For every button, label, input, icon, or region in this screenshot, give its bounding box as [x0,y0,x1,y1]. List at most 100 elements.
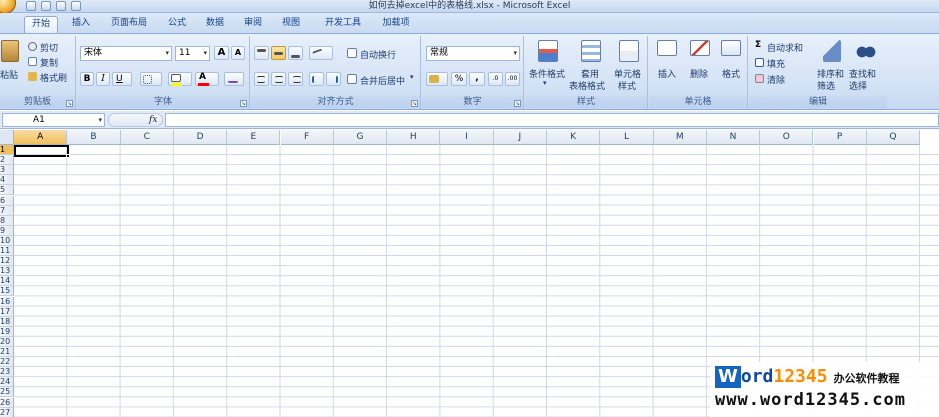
row-header-24[interactable]: 24 [0,377,14,388]
row-header-9[interactable]: 9 [0,225,14,236]
underline-button[interactable]: U [112,72,132,86]
format-painter-button[interactable]: 格式刷 [28,70,73,84]
borders-button[interactable] [140,72,162,86]
tab-page-layout[interactable]: 页面布局 [104,16,154,33]
column-header-l[interactable]: L [600,130,654,145]
conditional-formatting-button[interactable]: 条件格式 ▾ [527,40,567,92]
column-header-b[interactable]: B [67,130,121,145]
tab-view[interactable]: 视图 [276,16,306,33]
row-header-10[interactable]: 10 [0,235,14,246]
formula-input[interactable] [165,113,939,127]
fill-button[interactable]: 填充 [755,56,805,70]
clipboard-launcher-icon[interactable]: ↘ [66,100,73,107]
insert-function-icon[interactable]: fx [149,114,157,126]
row-header-26[interactable]: 26 [0,397,14,408]
row-header-3[interactable]: 3 [0,165,14,176]
tab-developer[interactable]: 开发工具 [318,16,368,33]
font-launcher-icon[interactable]: ↘ [240,100,247,107]
alignment-launcher-icon[interactable]: ↘ [411,100,418,107]
row-header-22[interactable]: 22 [0,357,14,368]
delete-cells-button[interactable]: 删除 [685,40,715,92]
italic-button[interactable]: I [96,72,110,86]
align-top-button[interactable] [254,46,269,60]
number-format-combo[interactable]: 常规 ▾ [426,46,520,61]
row-header-1[interactable]: 1 [0,145,14,155]
align-bottom-button[interactable] [288,46,303,60]
copy-button[interactable]: 复制 [28,55,73,69]
increase-indent-button[interactable] [326,72,341,86]
tab-review[interactable]: 审阅 [238,16,268,33]
sort-filter-button[interactable]: 排序和 筛选 [817,40,849,92]
select-all-button[interactable] [0,130,14,145]
row-header-8[interactable]: 8 [0,215,14,226]
row-header-14[interactable]: 14 [0,276,14,287]
increase-decimal-button[interactable]: .0 [488,72,503,86]
comma-button[interactable]: , [469,72,485,86]
merge-center-button[interactable]: 合并后居中 ▾ [347,72,419,87]
column-header-f[interactable]: F [280,130,334,145]
column-header-j[interactable]: J [493,130,547,145]
row-header-5[interactable]: 5 [0,185,14,196]
decrease-decimal-button[interactable]: .00 [505,72,520,86]
cut-button[interactable]: 剪切 [28,40,73,54]
number-launcher-icon[interactable]: ↘ [514,100,521,107]
bold-button[interactable]: B [80,72,94,86]
row-header-17[interactable]: 17 [0,306,14,317]
autosum-button[interactable]: Σ 自动求和 [755,40,817,54]
cell-styles-button[interactable]: 单元格 样式 [613,40,647,92]
font-size-combo[interactable]: 11 ▾ [175,46,210,61]
row-header-12[interactable]: 12 [0,256,14,267]
shrink-font-button[interactable]: A [231,46,245,60]
percent-button[interactable]: % [451,72,467,86]
column-header-c[interactable]: C [120,130,174,145]
row-header-19[interactable]: 19 [0,326,14,337]
find-select-button[interactable]: 查找和 选择 [849,40,883,92]
column-header-a[interactable]: A [14,130,68,145]
tab-formulas[interactable]: 公式 [162,16,192,33]
active-cell-a1[interactable] [14,145,69,157]
row-header-18[interactable]: 18 [0,316,14,327]
column-header-n[interactable]: N [706,130,761,145]
tab-home[interactable]: 开始 [24,16,58,33]
tab-data[interactable]: 数据 [200,16,230,33]
row-header-16[interactable]: 16 [0,296,14,307]
row-header-11[interactable]: 11 [0,246,14,256]
align-center-button[interactable] [271,72,286,86]
tab-addins[interactable]: 加载项 [376,16,416,33]
row-header-25[interactable]: 25 [0,387,14,398]
column-header-k[interactable]: K [547,130,601,145]
row-header-4[interactable]: 4 [0,175,14,186]
row-header-23[interactable]: 23 [0,367,14,378]
currency-button[interactable] [426,72,448,86]
column-header-o[interactable]: O [760,130,814,145]
name-box[interactable]: A1 ▾ [2,113,105,127]
paste-button[interactable]: 粘贴 [0,40,22,88]
font-color-button[interactable]: A [195,72,219,86]
insert-cells-button[interactable]: 插入 [652,40,682,92]
row-header-2[interactable]: 2 [0,155,14,166]
column-header-m[interactable]: M [653,130,707,145]
font-name-combo[interactable]: 宋体 ▾ [80,46,172,61]
row-header-7[interactable]: 7 [0,205,14,216]
row-header-15[interactable]: 15 [0,286,14,297]
row-header-6[interactable]: 6 [0,195,14,206]
wrap-text-button[interactable]: 自动换行 [347,46,417,61]
column-header-g[interactable]: G [333,130,388,145]
column-header-i[interactable]: I [440,130,494,145]
grow-font-button[interactable]: A [214,46,229,60]
row-header-27[interactable]: 27 [0,407,14,417]
orientation-button[interactable] [309,46,333,60]
column-header-e[interactable]: E [227,130,281,145]
format-cells-button[interactable]: 格式 [716,40,746,92]
row-header-13[interactable]: 13 [0,266,14,277]
align-middle-button[interactable] [271,46,286,60]
format-as-table-button[interactable]: 套用 表格格式 [569,40,611,92]
phonetic-button[interactable] [224,72,244,86]
clear-button[interactable]: 清除 [755,72,805,86]
row-header-21[interactable]: 21 [0,347,14,357]
decrease-indent-button[interactable] [309,72,324,86]
column-header-h[interactable]: H [387,130,441,145]
column-header-p[interactable]: P [813,130,867,145]
tab-insert[interactable]: 插入 [66,16,96,33]
align-right-button[interactable] [288,72,303,86]
